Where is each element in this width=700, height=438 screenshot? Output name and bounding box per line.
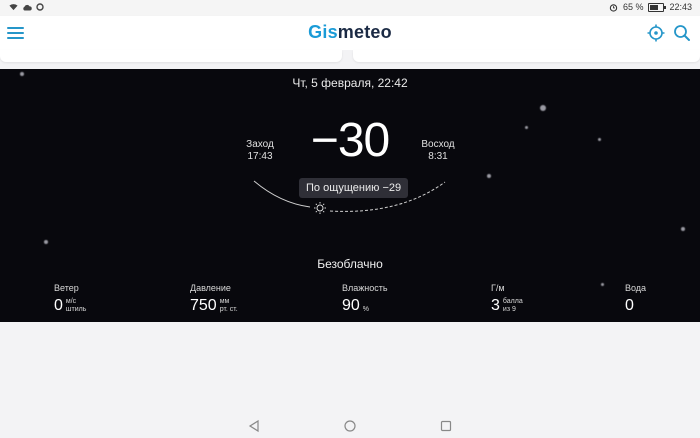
cards-strip bbox=[0, 50, 700, 67]
metric-label: Вода bbox=[625, 283, 647, 293]
sunrise-label: Восход bbox=[421, 139, 455, 150]
status-bar: 65 % 22:43 bbox=[0, 0, 700, 16]
unit-line: балла bbox=[502, 298, 523, 305]
metric-label: Давление bbox=[190, 283, 231, 293]
metric-label: Г/м bbox=[491, 283, 505, 293]
gismeteo-logo[interactable]: Gismeteo bbox=[0, 22, 700, 43]
unit-line: рт. ст. bbox=[219, 306, 238, 313]
battery-percent: 65 % bbox=[622, 2, 644, 12]
sunset-label: Заход bbox=[246, 139, 274, 150]
snowflake bbox=[598, 138, 601, 141]
metric-value: 0 bbox=[625, 297, 634, 314]
partial-card[interactable] bbox=[0, 50, 342, 62]
metric-geomagnetic: Г/м 3 балла из 9 bbox=[491, 283, 523, 314]
search-icon bbox=[674, 25, 690, 41]
snowflake bbox=[681, 227, 685, 231]
alarm-icon bbox=[609, 3, 618, 12]
sunset-time: 17:43 bbox=[247, 151, 273, 162]
weather-condition: Безоблачно bbox=[317, 257, 383, 271]
recents-button[interactable] bbox=[439, 419, 453, 433]
metric-wind: Ветер 0 м/с штиль bbox=[54, 283, 86, 314]
sun-icon bbox=[314, 202, 326, 214]
unit-line: м/с bbox=[65, 298, 77, 305]
metric-humidity: Влажность 90 % bbox=[342, 283, 388, 314]
home-icon bbox=[344, 420, 356, 432]
app-header: Gismeteo bbox=[0, 16, 700, 50]
metric-value: 3 bbox=[491, 297, 500, 314]
status-right: 65 % 22:43 bbox=[609, 2, 692, 12]
metric-value: 90 bbox=[342, 297, 360, 314]
location-button[interactable] bbox=[646, 23, 666, 43]
back-button[interactable] bbox=[247, 419, 261, 433]
home-button[interactable] bbox=[343, 419, 357, 433]
back-icon bbox=[248, 419, 259, 433]
unit-line: из 9 bbox=[502, 306, 516, 313]
location-icon bbox=[647, 24, 665, 42]
status-left-icons bbox=[9, 3, 44, 11]
cloud-icon bbox=[23, 4, 32, 10]
snowflake bbox=[487, 174, 491, 178]
unit-line: штиль bbox=[65, 306, 87, 313]
status-time: 22:43 bbox=[669, 2, 692, 12]
recents-icon bbox=[440, 420, 452, 432]
partial-card[interactable] bbox=[353, 50, 700, 62]
snowflake bbox=[540, 105, 546, 111]
current-datetime: Чт, 5 февраля, 22:42 bbox=[292, 76, 408, 90]
metric-label: Влажность bbox=[342, 283, 388, 293]
logo-part-meteo: meteo bbox=[337, 22, 392, 42]
metric-unit: м/с штиль bbox=[66, 298, 86, 314]
metric-label: Ветер bbox=[54, 283, 79, 293]
feels-like-badge: По ощущению −29 bbox=[299, 178, 409, 198]
current-temperature: −30 bbox=[310, 114, 390, 167]
battery-level bbox=[650, 4, 659, 10]
logo-part-gis: Gis bbox=[308, 22, 338, 42]
metric-water: Вода 0 bbox=[625, 283, 646, 314]
metric-pressure: Давление 750 мм рт. ст. bbox=[190, 283, 238, 314]
weather-panel: Чт, 5 февраля, 22:42 Заход 17:43 −30 Вос… bbox=[0, 69, 700, 322]
metric-unit: мм рт. ст. bbox=[220, 298, 238, 314]
battery-icon bbox=[648, 2, 667, 12]
unit-line: % bbox=[362, 306, 370, 313]
snowflake bbox=[601, 283, 604, 286]
sunrise-info: Восход 8:31 bbox=[417, 139, 459, 163]
metric-unit: балла из 9 bbox=[503, 298, 523, 314]
search-button[interactable] bbox=[672, 23, 692, 43]
metric-value: 0 bbox=[54, 297, 63, 314]
sunset-info: Заход 17:43 bbox=[240, 139, 280, 163]
wifi-icon bbox=[9, 4, 18, 11]
metric-unit: % bbox=[363, 300, 369, 314]
snowflake bbox=[525, 126, 528, 129]
system-navbar bbox=[0, 413, 700, 438]
sunrise-time: 8:31 bbox=[428, 151, 448, 162]
unit-line: мм bbox=[219, 298, 230, 305]
snowflake bbox=[44, 240, 48, 244]
sync-icon bbox=[36, 3, 44, 11]
metric-value: 750 bbox=[190, 297, 217, 314]
